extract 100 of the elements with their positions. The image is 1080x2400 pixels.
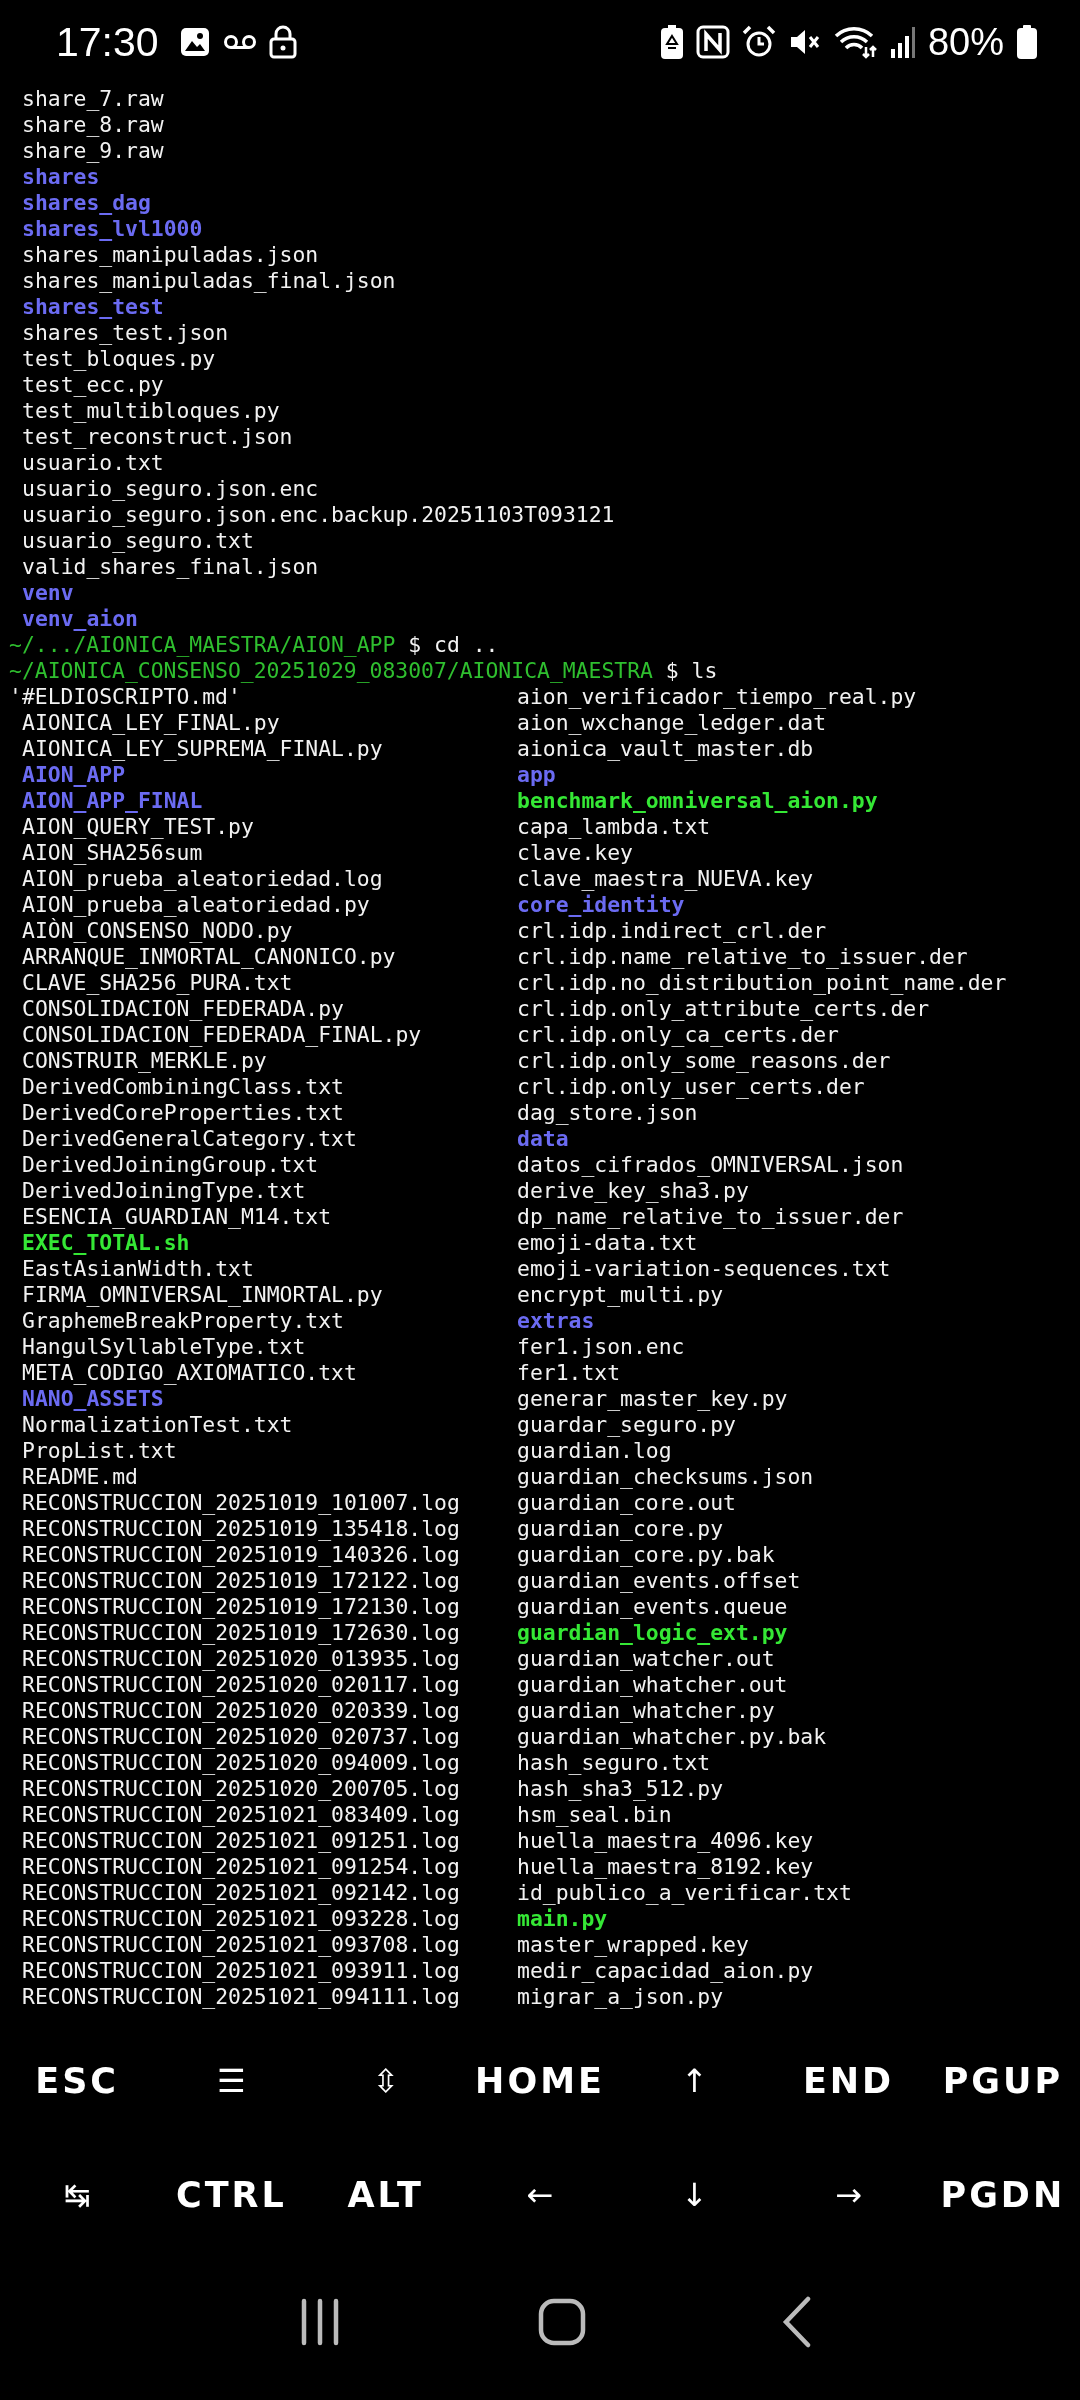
- file-name: RECONSTRUCCION_20251021_093228.log: [22, 1906, 460, 1931]
- command-text: cd ..: [434, 632, 499, 657]
- file-name: usuario.txt: [22, 450, 164, 475]
- file-name: hsm_seal.bin: [517, 1802, 672, 1827]
- file-name: RECONSTRUCCION_20251020_020117.log: [22, 1672, 460, 1697]
- extra-key[interactable]: PGDN: [925, 2138, 1080, 2252]
- file-name: RECONSTRUCCION_20251020_200705.log: [22, 1776, 460, 1801]
- extra-key[interactable]: ESC: [0, 2024, 155, 2138]
- directory-name: core_identity: [517, 892, 685, 917]
- file-name: RECONSTRUCCION_20251019_140326.log: [22, 1542, 460, 1567]
- file-name: RECONSTRUCCION_20251019_172122.log: [22, 1568, 460, 1593]
- extra-key[interactable]: ↑: [617, 2024, 772, 2138]
- executable-name: guardian_logic_ext.py: [517, 1620, 788, 1645]
- prompt-symbol: $: [665, 658, 679, 683]
- extra-key[interactable]: ↓: [617, 2138, 772, 2252]
- extra-key[interactable]: ←: [462, 2138, 618, 2252]
- file-name: guardian.log: [517, 1438, 672, 1463]
- file-name: test_multibloques.py: [22, 398, 280, 423]
- battery-percentage: 80%: [927, 20, 1004, 64]
- file-name: crl.idp.indirect_crl.der: [517, 918, 827, 943]
- file-name: usuario_seguro.json.enc: [22, 476, 319, 501]
- extra-key[interactable]: CTRL: [154, 2138, 309, 2252]
- prompt-symbol: $: [408, 632, 422, 657]
- alarm-icon: [741, 25, 776, 59]
- file-name: encrypt_multi.py: [517, 1282, 724, 1307]
- file-name: RECONSTRUCCION_20251019_135418.log: [22, 1516, 460, 1541]
- file-name: AION_prueba_aleatoriedad.py: [22, 892, 370, 917]
- file-name: dag_store.json: [517, 1100, 698, 1125]
- file-name: README.md: [22, 1464, 138, 1489]
- extra-key[interactable]: →: [771, 2138, 926, 2252]
- directory-name: data: [517, 1126, 569, 1151]
- file-name: DerivedCoreProperties.txt: [22, 1100, 344, 1125]
- file-name: medir_capacidad_aion.py: [517, 1958, 814, 1983]
- back-icon[interactable]: [782, 2296, 812, 2348]
- file-name: guardian_core.py.bak: [517, 1542, 775, 1567]
- file-name: RECONSTRUCCION_20251021_092142.log: [22, 1880, 460, 1905]
- battery-icon: [1016, 24, 1038, 60]
- file-name: RECONSTRUCCION_20251020_020339.log: [22, 1698, 460, 1723]
- file-name: RECONSTRUCCION_20251020_020737.log: [22, 1724, 460, 1749]
- file-name: FIRMA_OMNIVERSAL_INMORTAL.py: [22, 1282, 383, 1307]
- file-name: share_8.raw: [22, 112, 164, 137]
- extra-key[interactable]: ↹: [0, 2138, 155, 2252]
- executable-name: main.py: [517, 1906, 608, 1931]
- extra-key[interactable]: END: [771, 2024, 926, 2138]
- file-name: guardian_whatcher.py: [517, 1698, 775, 1723]
- file-name: test_reconstruct.json: [22, 424, 293, 449]
- file-name: derive_key_sha3.py: [517, 1178, 749, 1203]
- executable-name: EXEC_TOTAL.sh: [22, 1230, 190, 1255]
- directory-name: shares_dag: [22, 190, 151, 215]
- file-name: hash_sha3_512.py: [517, 1776, 724, 1801]
- file-name: fer1.txt: [517, 1360, 621, 1385]
- extra-key[interactable]: ☰: [154, 2024, 309, 2138]
- extra-key[interactable]: PGUP: [925, 2024, 1080, 2138]
- home-icon[interactable]: [538, 2298, 586, 2346]
- file-name: crl.idp.only_ca_certs.der: [517, 1022, 839, 1047]
- file-name: AIONICA_LEY_FINAL.py: [22, 710, 280, 735]
- file-name: master_wrapped.key: [517, 1932, 749, 1957]
- extra-key[interactable]: ⇳: [308, 2024, 463, 2138]
- lock-icon: [268, 25, 297, 59]
- file-name: huella_maestra_8192.key: [517, 1854, 814, 1879]
- file-name: crl.idp.only_attribute_certs.der: [517, 996, 930, 1021]
- file-name: AIÒN_CONSENSO_NODO.py: [22, 918, 293, 943]
- file-name: EastAsianWidth.txt: [22, 1256, 254, 1281]
- file-name: crl.idp.name_relative_to_issuer.der: [517, 944, 968, 969]
- file-name: AIONICA_LEY_SUPREMA_FINAL.py: [22, 736, 383, 761]
- prompt-path: ~/AIONICA_CONSENSO_20251029_083007/AIONICA_MAESTRA: [9, 658, 653, 683]
- file-name: usuario_seguro.txt: [22, 528, 254, 553]
- file-name: CLAVE_SHA256_PURA.txt: [22, 970, 293, 995]
- file-name: AION_prueba_aleatoriedad.log: [22, 866, 383, 891]
- file-name: guardar_seguro.py: [517, 1412, 736, 1437]
- file-name: share_9.raw: [22, 138, 164, 163]
- file-name: '#ELDIOSCRIPTO.md': [9, 684, 241, 709]
- file-name: guardian_core.py: [517, 1516, 724, 1541]
- prompt-path: ~/.../AIONICA_MAESTRA/AION_APP: [9, 632, 396, 657]
- file-name: RECONSTRUCCION_20251020_094009.log: [22, 1750, 460, 1775]
- extra-key[interactable]: ALT: [308, 2138, 463, 2252]
- file-name: huella_maestra_4096.key: [517, 1828, 814, 1853]
- file-name: clave.key: [517, 840, 633, 865]
- file-name: DerivedJoiningType.txt: [22, 1178, 306, 1203]
- file-name: guardian_events.offset: [517, 1568, 801, 1593]
- file-name: GraphemeBreakProperty.txt: [22, 1308, 344, 1333]
- file-name: aion_verificador_tiempo_real.py: [517, 684, 917, 709]
- file-name: CONSTRUIR_MERKLE.py: [22, 1048, 267, 1073]
- file-name: fer1.json.enc: [517, 1334, 685, 1359]
- directory-name: shares: [22, 164, 100, 189]
- extra-key[interactable]: HOME: [462, 2024, 618, 2138]
- file-name: DerivedCombiningClass.txt: [22, 1074, 344, 1099]
- command-text: ls: [691, 658, 718, 683]
- file-name: datos_cifrados_OMNIVERSAL.json: [517, 1152, 904, 1177]
- battery-saver-icon: [659, 24, 684, 60]
- file-name: DerivedGeneralCategory.txt: [22, 1126, 357, 1151]
- file-name: PropList.txt: [22, 1438, 177, 1463]
- file-name: RECONSTRUCCION_20251019_172630.log: [22, 1620, 460, 1645]
- file-name: aionica_vault_master.db: [517, 736, 814, 761]
- file-name: RECONSTRUCCION_20251021_093708.log: [22, 1932, 460, 1957]
- file-name: shares_manipuladas.json: [22, 242, 319, 267]
- file-name: RECONSTRUCCION_20251020_013935.log: [22, 1646, 460, 1671]
- directory-name: venv_aion: [22, 606, 138, 631]
- wifi-icon: [833, 25, 878, 59]
- voicemail-icon: [222, 32, 257, 52]
